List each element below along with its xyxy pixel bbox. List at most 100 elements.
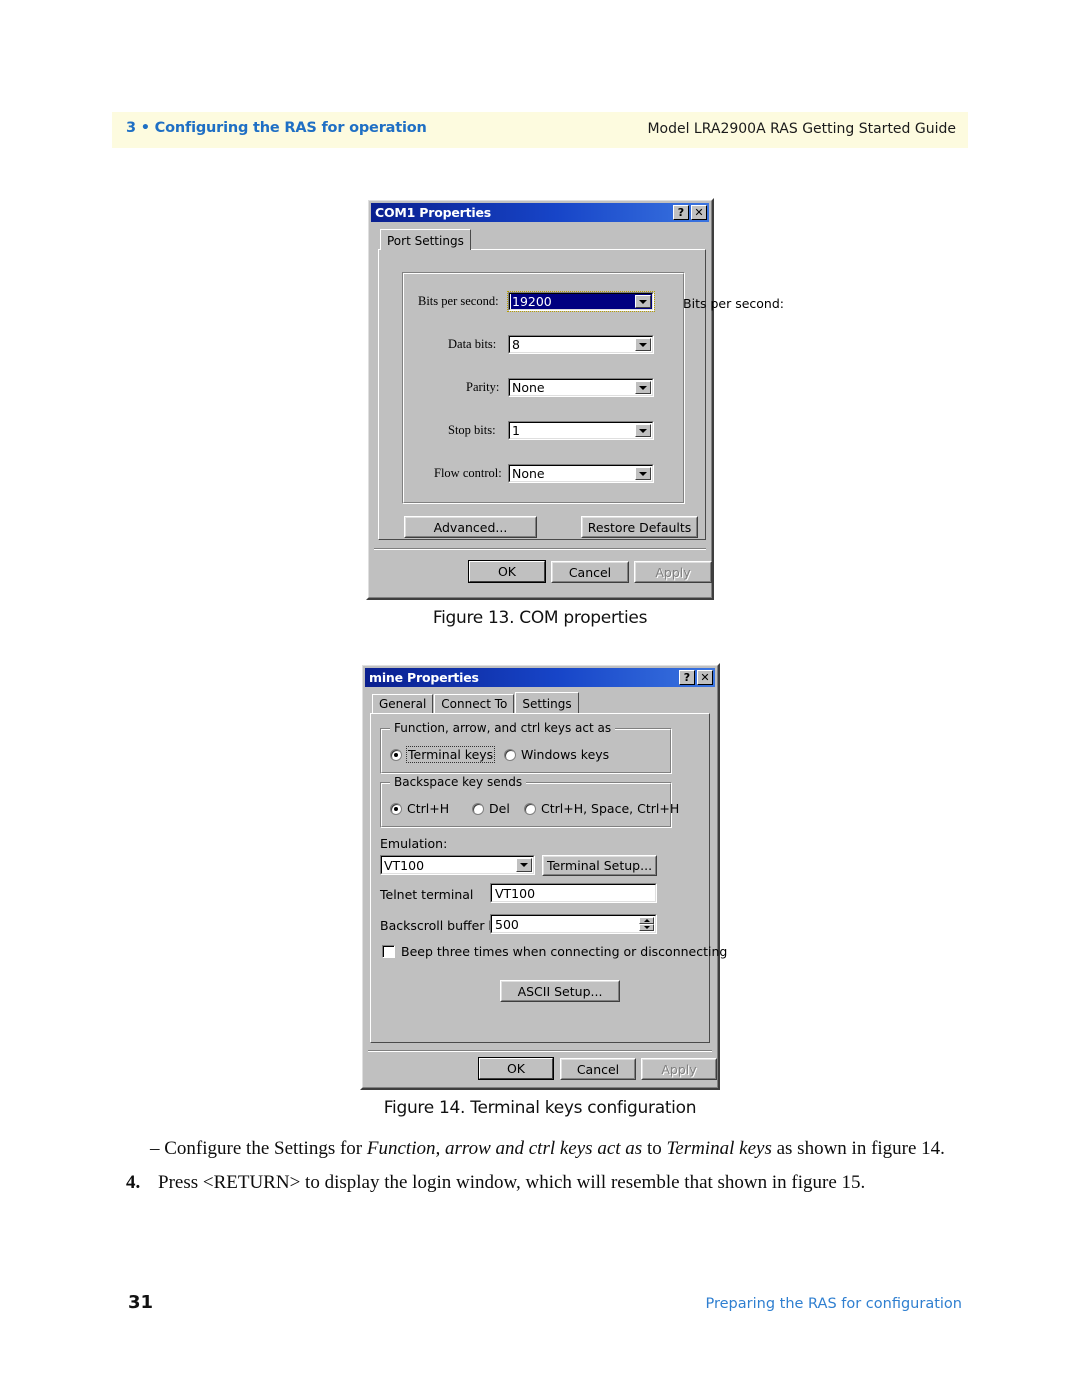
terminal-setup-button[interactable]: Terminal Setup... [542, 855, 657, 876]
terminal-setup-button-label: Terminal Setup... [546, 858, 653, 873]
footer-running-text: Preparing the RAS for configuration [705, 1296, 963, 1312]
mine-tab-row[interactable]: General Connect To Settings [372, 692, 580, 713]
ok-button[interactable]: OK [478, 1057, 554, 1080]
radio-windows-keys-label: Windows keys [521, 747, 610, 762]
bullet-part1: Configure the Settings for [164, 1138, 367, 1159]
com1-tab-row[interactable]: Port Settings [380, 229, 472, 250]
spinner-up-icon[interactable] [639, 917, 654, 924]
bullet-part2: to [642, 1138, 667, 1159]
cancel-button[interactable]: Cancel [551, 561, 629, 583]
chevron-down-icon[interactable] [635, 424, 651, 437]
radio-ctrl-h-space-ctrl-h[interactable]: Ctrl+H, Space, Ctrl+H [524, 801, 679, 816]
bullet-italic1: Function, arrow and ctrl keys act as [366, 1138, 643, 1159]
data-bits-combo[interactable]: 8 [508, 335, 654, 354]
ok-button[interactable]: OK [468, 560, 546, 583]
com1-title-bar[interactable]: COM1 Properties ? ✕ [371, 203, 709, 222]
stop-bits-label-text: Stop bits: [448, 423, 496, 437]
com1-title-buttons: ? ✕ [673, 205, 709, 220]
data-bits-value: 8 [512, 337, 520, 352]
figure-14-caption: Figure 14. Terminal keys configuration [383, 1098, 697, 1118]
emulation-value: VT100 [384, 857, 425, 873]
chevron-down-icon[interactable] [635, 467, 651, 480]
header-guide-title: Model LRA2900A RAS Getting Started Guide [647, 121, 956, 137]
tab-general[interactable]: General [372, 694, 434, 713]
radio-terminal-keys-label: Terminal keys [405, 746, 496, 763]
flow-control-value: None [512, 466, 545, 481]
tab-settings[interactable]: Settings [515, 692, 579, 713]
bullet-part3: as shown in figure 14. [771, 1138, 945, 1159]
chevron-down-icon[interactable] [635, 381, 651, 394]
spinner-arrows[interactable] [639, 917, 654, 931]
beep-checkbox[interactable]: Beep three times when connecting or disc… [382, 944, 727, 959]
emulation-label: Emulation: [380, 836, 448, 851]
ok-button-label: OK [497, 564, 517, 579]
figure-13-caption: Figure 13. COM properties [432, 608, 648, 628]
radio-del-label: Del [489, 801, 510, 816]
close-icon[interactable]: ✕ [697, 670, 713, 685]
chevron-down-icon[interactable] [635, 295, 651, 308]
tab-connect-to[interactable]: Connect To [434, 694, 515, 713]
beep-checkbox-label: Beep three times when connecting or disc… [401, 944, 728, 959]
advanced-button[interactable]: Advanced... [404, 516, 537, 538]
ascii-setup-button[interactable]: ASCII Setup... [500, 980, 620, 1002]
tab-port-settings[interactable]: Port Settings [380, 229, 471, 250]
radio-ctrl-h[interactable]: Ctrl+H [390, 801, 449, 816]
emulation-combo[interactable]: VT100 [380, 855, 535, 875]
mine-title-bar[interactable]: mine Properties ? ✕ [365, 668, 715, 687]
step-4-text: Press <RETURN> to display the login wind… [158, 1172, 866, 1193]
mine-title-buttons: ? ✕ [679, 670, 715, 685]
bits-per-second-combo[interactable]: 19200 [507, 291, 655, 312]
radio-del-dot [472, 802, 484, 815]
page-number: 31 [128, 1292, 154, 1313]
mine-properties-dialog[interactable]: mine Properties ? ✕ General Connect To S… [360, 663, 727, 1090]
data-bits-label-text: Data bits: [448, 337, 497, 351]
bullet-dash: – [150, 1138, 160, 1159]
mine-title-text: mine Properties [369, 670, 479, 685]
footer-separator [374, 548, 706, 550]
footer-separator [368, 1050, 712, 1052]
apply-button-label: Apply [661, 1061, 697, 1077]
radio-windows-keys[interactable]: Windows keys [504, 747, 609, 762]
bullet-configure-settings: – Configure the Settings for Function, a… [150, 1138, 945, 1160]
radio-ctrl-h-space-ctrl-h-dot [524, 802, 536, 815]
radio-terminal-keys-dot [390, 748, 402, 761]
chevron-down-icon[interactable] [516, 858, 532, 872]
cancel-button-label: Cancel [576, 1061, 620, 1077]
page-header-band: 3 • Configuring the RAS for operation Mo… [112, 112, 968, 148]
backscroll-buffer-value: 500 [495, 916, 519, 932]
backspace-key-group-legend: Backspace key sends [390, 776, 527, 788]
restore-defaults-button-label: Restore Defaults [587, 519, 692, 535]
cancel-button-label: Cancel [568, 564, 612, 580]
radio-ctrl-h-label: Ctrl+H [407, 801, 450, 816]
cancel-button[interactable]: Cancel [560, 1058, 636, 1080]
help-icon[interactable]: ? [679, 670, 695, 685]
bullet-italic2: Terminal keys [666, 1138, 772, 1159]
ok-button-label: OK [506, 1061, 526, 1076]
stop-bits-combo[interactable]: 1 [508, 421, 654, 440]
telnet-terminal-value: VT100 [495, 885, 536, 901]
ascii-setup-button-label: ASCII Setup... [517, 983, 603, 999]
help-icon[interactable]: ? [673, 205, 689, 220]
parity-combo[interactable]: None [508, 378, 654, 397]
apply-button: Apply [634, 561, 712, 583]
com1-title-text: COM1 Properties [375, 205, 491, 220]
bits-per-second-label-text: Bits per second: [418, 294, 499, 308]
chevron-down-icon[interactable] [635, 338, 651, 351]
stop-bits-combo-bevel [509, 422, 653, 439]
parity-label-text: Parity: [466, 380, 500, 394]
apply-button: Apply [641, 1058, 717, 1080]
restore-defaults-button[interactable]: Restore Defaults [581, 516, 698, 538]
radio-terminal-keys[interactable]: Terminal keys [390, 746, 496, 763]
data-bits-combo-bevel [509, 336, 653, 353]
backscroll-buffer-spinner[interactable]: 500 [490, 914, 657, 934]
step-4-number: 4. [126, 1172, 141, 1193]
flow-control-combo[interactable]: None [508, 464, 654, 483]
apply-button-label: Apply [655, 564, 691, 580]
telnet-terminal-input[interactable]: VT100 [490, 883, 657, 903]
bits-per-second-value: 19200 [511, 294, 652, 309]
close-icon[interactable]: ✕ [691, 205, 707, 220]
telnet-terminal-label: Telnet terminal [380, 887, 474, 902]
com1-properties-dialog[interactable]: COM1 Properties ? ✕ Port Settings Bits p… [366, 198, 784, 600]
radio-del[interactable]: Del [472, 801, 510, 816]
spinner-down-icon[interactable] [639, 924, 654, 931]
